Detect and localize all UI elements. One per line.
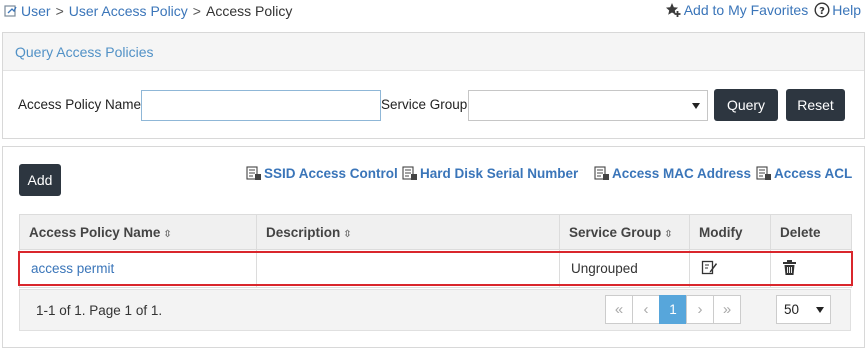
add-to-favorites-link[interactable]: Add to My Favorites (665, 2, 809, 18)
breadcrumb: User > User Access Policy > Access Polic… (4, 1, 292, 21)
access-acl-icon (756, 166, 771, 180)
pagination-bar: 1-1 of 1. Page 1 of 1. « ‹ 1 › » 50 (19, 289, 851, 331)
help-label: Help (832, 2, 861, 18)
page-size-select[interactable]: 50 (776, 295, 831, 324)
results-panel: Add SSID Access Control Hard Disk Serial… (2, 146, 865, 348)
hard-disk-serial-number-label: Hard Disk Serial Number (420, 166, 579, 181)
access-policy-name-input[interactable] (141, 90, 381, 121)
page-1-button[interactable]: 1 (659, 295, 687, 324)
sort-icon: ⇳ (664, 228, 673, 240)
breadcrumb-separator: > (55, 3, 64, 19)
access-policy-table: Access Policy Name ⇳ Description ⇳ Service… (19, 214, 852, 288)
access-acl-label: Access ACL (774, 166, 853, 181)
pagination-controls: « ‹ 1 › » (605, 295, 741, 324)
svg-text:?: ? (819, 6, 825, 17)
sort-icon: ⇳ (343, 228, 352, 240)
edit-icon[interactable] (701, 259, 718, 276)
delete-cell (770, 249, 852, 288)
access-mac-address-label: Access MAC Address (612, 166, 752, 181)
ssid-access-control-label: SSID Access Control (264, 166, 398, 181)
access-mac-address-link[interactable]: Access MAC Address (594, 166, 751, 181)
help-link[interactable]: ? Help (814, 2, 861, 18)
sort-icon: ⇳ (163, 228, 172, 240)
previous-page-button[interactable]: ‹ (632, 295, 660, 324)
chevron-down-icon (692, 103, 700, 109)
breadcrumb-current: Access Policy (205, 3, 293, 19)
ssid-access-control-link[interactable]: SSID Access Control (246, 166, 398, 181)
query-button[interactable]: Query (714, 89, 778, 121)
chevron-down-icon (816, 307, 824, 313)
add-button[interactable]: Add (19, 164, 61, 196)
last-page-button[interactable]: » (713, 295, 741, 324)
table-header-row: Access Policy Name ⇳ Description ⇳ Service… (19, 214, 852, 250)
table-row: access permit Ungrouped (19, 249, 852, 288)
hard-disk-serial-number-link[interactable]: Hard Disk Serial Number (402, 166, 578, 181)
service-group-select[interactable] (468, 90, 708, 121)
breadcrumb-icon (4, 4, 18, 18)
column-header-modify: Modify (689, 214, 771, 250)
breadcrumb-user-access-policy-link[interactable]: User Access Policy (69, 3, 188, 19)
column-header-delete: Delete (770, 214, 852, 250)
reset-button[interactable]: Reset (786, 89, 845, 121)
ssid-access-control-icon (246, 166, 261, 180)
description-cell (256, 249, 560, 288)
column-header-service-group[interactable]: Service Group ⇳ (559, 214, 690, 250)
access-policy-name-label: Access Policy Name (18, 97, 142, 112)
access-policy-name-cell[interactable]: access permit (19, 249, 257, 288)
query-panel-title: Query Access Policies (3, 33, 864, 71)
query-panel: Query Access Policies Access Policy Name… (2, 32, 865, 139)
breadcrumb-user-link[interactable]: User (21, 3, 51, 19)
breadcrumb-separator: > (192, 3, 201, 19)
column-header-access-policy-name[interactable]: Access Policy Name ⇳ (19, 214, 257, 250)
add-to-favorites-label: Add to My Favorites (683, 2, 809, 18)
access-mac-address-icon (594, 166, 609, 180)
star-plus-icon (665, 3, 681, 17)
hard-disk-serial-icon (402, 166, 417, 180)
service-group-cell: Ungrouped (559, 249, 690, 288)
trash-icon[interactable] (782, 259, 797, 276)
column-header-description[interactable]: Description ⇳ (256, 214, 560, 250)
help-icon: ? (814, 2, 830, 18)
service-group-label: Service Group (381, 97, 468, 112)
next-page-button[interactable]: › (686, 295, 714, 324)
top-links: Add to My Favorites ? Help (665, 0, 861, 20)
access-acl-link[interactable]: Access ACL (756, 166, 852, 181)
first-page-button[interactable]: « (605, 295, 633, 324)
pagination-info: 1-1 of 1. Page 1 of 1. (36, 303, 163, 318)
modify-cell (689, 249, 771, 288)
page-size-value: 50 (784, 302, 800, 317)
